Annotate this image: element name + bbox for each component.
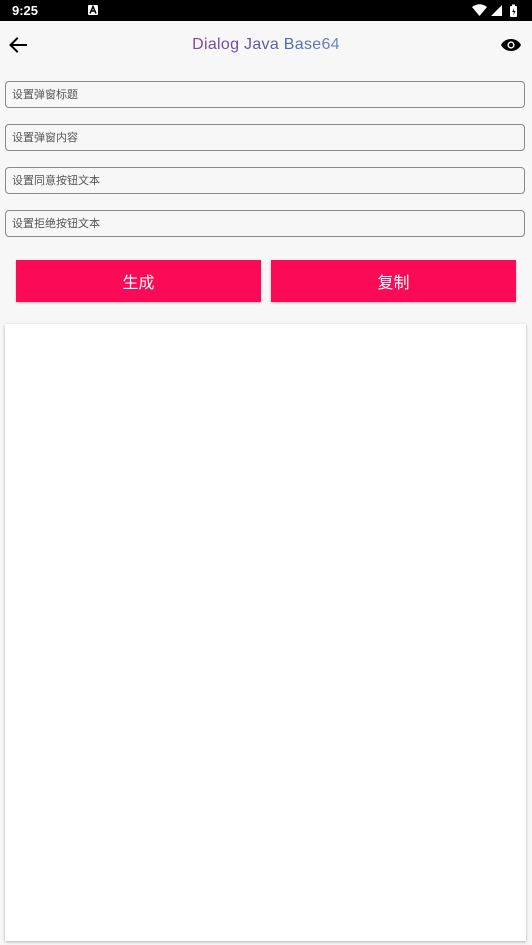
arrow-back-icon [9, 37, 27, 57]
dialog-title-input[interactable] [6, 82, 524, 107]
reject-button-text-input[interactable] [6, 211, 524, 236]
status-time: 9:25 [12, 3, 39, 18]
status-bar: 9:25 [0, 0, 532, 21]
agree-button-text-input[interactable] [6, 168, 524, 193]
dialog-content-input[interactable] [6, 125, 524, 150]
reject-button-text-field[interactable] [5, 210, 525, 237]
agree-button-text-field[interactable] [5, 167, 525, 194]
preview-button[interactable] [496, 33, 526, 61]
dialog-content-field[interactable] [5, 124, 525, 151]
signal-icon [491, 5, 502, 16]
app-bar: Dialog Java Base64 [0, 21, 532, 73]
status-icons [472, 4, 522, 17]
copy-button[interactable]: 复制 [271, 260, 516, 302]
back-button[interactable] [4, 33, 32, 61]
generate-button[interactable]: 生成 [16, 260, 261, 302]
output-panel [5, 324, 526, 941]
battery-icon [510, 4, 517, 17]
eye-icon [500, 37, 522, 57]
dialog-title-field[interactable] [5, 81, 525, 108]
page-title: Dialog Java Base64 [166, 36, 366, 54]
wifi-icon [472, 4, 487, 16]
a-icon [88, 5, 98, 15]
